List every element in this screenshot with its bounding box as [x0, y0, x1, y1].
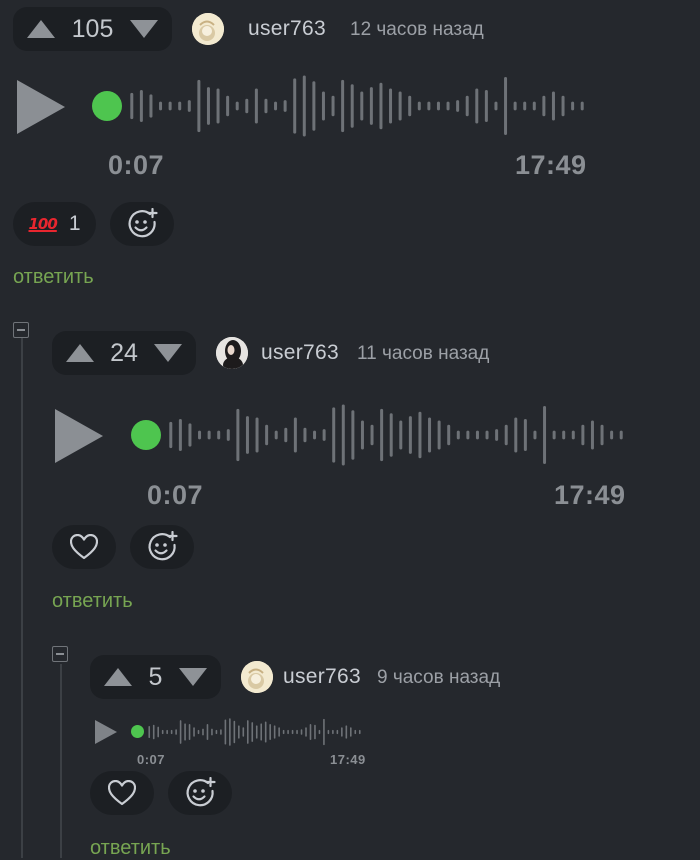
hundred-points-icon: 100	[28, 215, 58, 233]
comment-1: 105 user763 12 часов назад 0:07 17:49 10…	[13, 7, 693, 297]
username[interactable]: user763	[261, 341, 339, 365]
vote-score: 24	[110, 338, 138, 367]
audio-current-time: 0:07	[108, 150, 165, 180]
audio-progress-dot[interactable]	[131, 420, 161, 450]
arrow-up-icon[interactable]	[104, 668, 132, 686]
add-reaction-button[interactable]	[110, 202, 174, 246]
like-button[interactable]	[90, 771, 154, 815]
avatar[interactable]	[192, 13, 224, 45]
audio-waveform[interactable]	[127, 75, 587, 137]
add-reaction-button[interactable]	[130, 525, 194, 569]
arrow-down-icon[interactable]	[130, 20, 158, 38]
username[interactable]: user763	[248, 17, 326, 41]
reply-link[interactable]: ответить	[90, 837, 171, 860]
play-icon[interactable]	[55, 409, 103, 463]
heart-icon	[108, 780, 136, 806]
vote-score: 105	[71, 14, 114, 43]
add-reaction-icon	[186, 777, 216, 807]
audio-current-time: 0:07	[147, 480, 204, 510]
comment-2: 24 user763 11 часов назад 0:07 17:49 отв…	[52, 331, 692, 621]
audio-total-time: 17:49	[330, 752, 366, 767]
collapse-icon[interactable]	[52, 646, 68, 662]
reaction-100[interactable]: 100 1	[13, 202, 96, 246]
avatar[interactable]	[216, 337, 248, 369]
arrow-down-icon[interactable]	[179, 668, 207, 686]
timestamp: 11 часов назад	[357, 343, 490, 364]
vote-widget: 5	[90, 655, 221, 699]
avatar[interactable]	[241, 661, 273, 693]
vote-score: 5	[148, 662, 163, 691]
collapse-icon[interactable]	[13, 322, 29, 338]
heart-icon	[70, 534, 98, 560]
arrow-down-icon[interactable]	[154, 344, 182, 362]
reply-link[interactable]: ответить	[13, 266, 94, 289]
play-icon[interactable]	[95, 720, 117, 744]
timestamp: 12 часов назад	[350, 19, 484, 40]
arrow-up-icon[interactable]	[27, 20, 55, 38]
thread-line-level-1	[21, 338, 23, 858]
audio-current-time: 0:07	[137, 752, 166, 767]
add-reaction-icon	[148, 531, 178, 561]
vote-widget: 105	[13, 7, 172, 51]
like-button[interactable]	[52, 525, 116, 569]
audio-waveform[interactable]	[147, 718, 362, 746]
thread-line-level-2	[60, 664, 62, 858]
audio-progress-dot[interactable]	[92, 91, 122, 121]
arrow-up-icon[interactable]	[66, 344, 94, 362]
comment-3: 5 user763 9 часов назад 0:07 17:49 ответ…	[90, 655, 690, 860]
audio-waveform[interactable]	[166, 404, 626, 466]
play-icon[interactable]	[17, 80, 65, 134]
timestamp: 9 часов назад	[377, 667, 501, 688]
add-reaction-icon	[128, 208, 158, 238]
audio-total-time: 17:49	[515, 150, 587, 180]
vote-widget: 24	[52, 331, 196, 375]
audio-total-time: 17:49	[554, 480, 626, 510]
reply-link[interactable]: ответить	[52, 590, 133, 613]
add-reaction-button[interactable]	[168, 771, 232, 815]
audio-progress-dot[interactable]	[131, 725, 144, 738]
username[interactable]: user763	[283, 665, 361, 689]
reaction-count: 1	[68, 212, 81, 235]
